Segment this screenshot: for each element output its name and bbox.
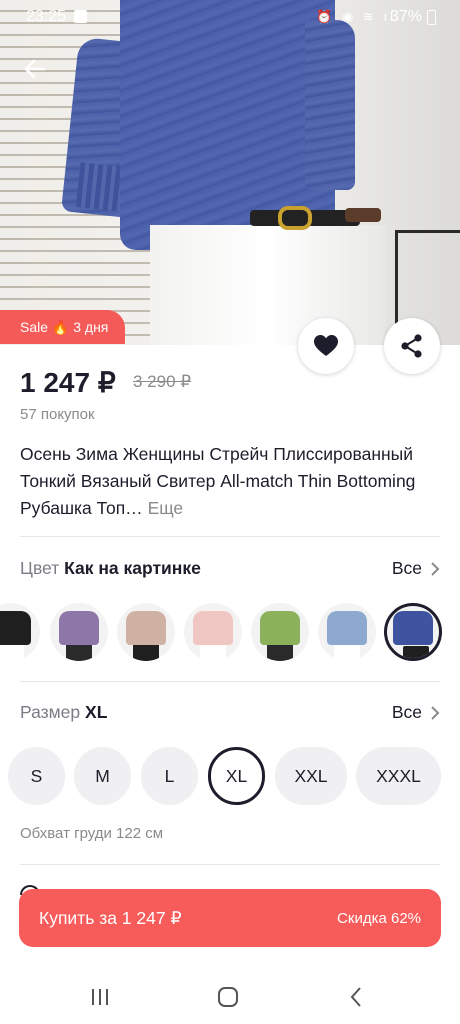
recent-apps-button[interactable] bbox=[80, 982, 120, 1012]
product-title: Осень Зима Женщины Стрейч Плиссированный… bbox=[20, 441, 420, 522]
color-swatch[interactable] bbox=[50, 603, 108, 661]
color-swatch[interactable] bbox=[117, 603, 175, 661]
notification-check-icon bbox=[74, 10, 87, 23]
swatch-garment-top bbox=[260, 611, 300, 645]
divider bbox=[20, 864, 440, 865]
color-swatch[interactable] bbox=[0, 603, 40, 661]
swatch-garment-top bbox=[59, 611, 99, 645]
color-swatch[interactable] bbox=[318, 603, 376, 661]
back-button[interactable] bbox=[18, 52, 52, 86]
discount-label: Скидка 62% bbox=[337, 909, 421, 927]
size-chip-s[interactable]: S bbox=[8, 747, 65, 805]
size-all-label: Все bbox=[391, 702, 422, 722]
swatch-garment-top bbox=[327, 611, 367, 645]
battery-percent: 37% bbox=[389, 8, 422, 25]
divider bbox=[20, 681, 440, 682]
belt-buckle bbox=[278, 206, 312, 230]
wrist-watch bbox=[345, 208, 381, 222]
home-icon bbox=[218, 987, 238, 1007]
chevron-right-icon bbox=[431, 705, 440, 720]
color-label: Цвет bbox=[20, 558, 60, 578]
divider bbox=[20, 536, 440, 537]
recent-apps-icon bbox=[92, 989, 108, 1005]
favorite-button[interactable] bbox=[298, 318, 354, 374]
system-nav-bar bbox=[0, 970, 460, 1024]
product-title-text: Осень Зима Женщины Стрейч Плиссированный… bbox=[20, 444, 416, 518]
size-chip-m[interactable]: M bbox=[74, 747, 131, 805]
share-icon bbox=[401, 334, 422, 358]
old-price: 3 290 ₽ bbox=[133, 372, 192, 391]
size-chip-xxxl[interactable]: XXXL bbox=[356, 747, 441, 805]
color-value: Как на картинке bbox=[64, 558, 201, 578]
swatch-garment-top bbox=[193, 611, 233, 645]
arrow-left-icon bbox=[24, 59, 46, 79]
swatch-garment-bottom bbox=[0, 643, 24, 661]
swatch-garment-bottom bbox=[133, 643, 159, 661]
back-chevron-icon bbox=[350, 987, 361, 1007]
white-pants bbox=[150, 225, 385, 345]
buy-button[interactable]: Купить за 1 247 ₽ Скидка 62% bbox=[19, 889, 441, 947]
color-section-header: Цвет Как на картинке Все bbox=[20, 558, 440, 584]
battery-icon bbox=[427, 10, 436, 25]
swatch-garment-bottom bbox=[66, 643, 92, 661]
current-price: 1 247 ₽ bbox=[20, 367, 116, 398]
home-button[interactable] bbox=[208, 982, 248, 1012]
swatch-garment-top bbox=[0, 611, 31, 645]
purchase-count: 57 покупок bbox=[20, 406, 95, 423]
color-swatch[interactable] bbox=[184, 603, 242, 661]
size-chip-l[interactable]: L bbox=[141, 747, 198, 805]
share-button[interactable] bbox=[384, 318, 440, 374]
size-label: Размер bbox=[20, 702, 81, 722]
chevron-right-icon bbox=[431, 561, 440, 576]
show-more-link[interactable]: Еще bbox=[148, 498, 184, 518]
size-value: XL bbox=[85, 702, 108, 722]
size-chip-xl[interactable]: XL bbox=[208, 747, 265, 805]
buy-button-label: Купить за 1 247 ₽ bbox=[39, 907, 182, 928]
color-swatch[interactable] bbox=[384, 603, 442, 661]
swatch-garment-bottom bbox=[334, 643, 360, 661]
swatch-garment-bottom bbox=[403, 646, 429, 658]
sale-badge-label: Sale 🔥 3 дня bbox=[20, 318, 109, 335]
color-swatch[interactable] bbox=[251, 603, 309, 661]
color-all-button[interactable]: Все bbox=[392, 558, 440, 579]
size-all-button[interactable]: Все bbox=[392, 702, 440, 723]
back-nav-button[interactable] bbox=[336, 982, 376, 1012]
chest-size-note: Обхват груди 122 см bbox=[20, 825, 164, 842]
product-image[interactable] bbox=[0, 0, 460, 345]
size-chip-xxl[interactable]: XXL bbox=[275, 747, 347, 805]
color-all-label: Все bbox=[391, 558, 422, 578]
swatch-garment-top bbox=[126, 611, 166, 645]
swatch-garment-bottom bbox=[200, 643, 226, 661]
swatch-garment-bottom bbox=[267, 643, 293, 661]
sale-badge: Sale 🔥 3 дня bbox=[0, 310, 125, 344]
size-section-header: Размер XL Все bbox=[20, 702, 440, 728]
status-icons: ⏰ ◉ ≋ ıl bbox=[316, 9, 396, 24]
swatch-garment-top bbox=[393, 611, 433, 645]
heart-icon bbox=[314, 335, 338, 356]
status-time: 23:25 bbox=[26, 8, 67, 25]
sweater-right-sleeve bbox=[305, 20, 355, 190]
status-bar: 23:25 ⏰ ◉ ≋ ıl 37% bbox=[0, 0, 460, 34]
